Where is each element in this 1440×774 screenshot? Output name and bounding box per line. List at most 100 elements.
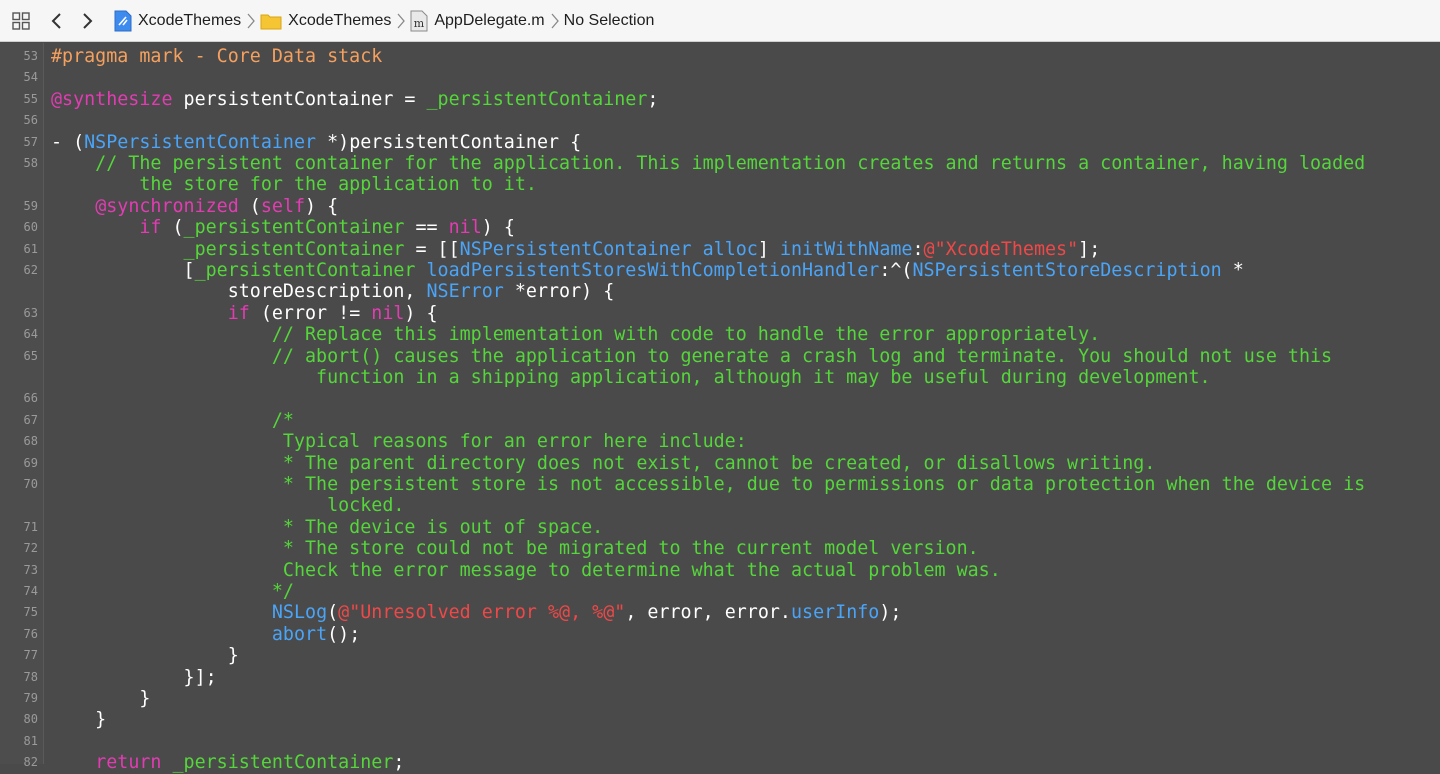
line-number: 68 (23, 434, 38, 449)
code-line: 58 // The persistent container for the a… (0, 153, 1440, 174)
line-number: 73 (23, 562, 38, 577)
token-comment: /* (51, 409, 294, 431)
token-keyword: @synthesize (51, 88, 173, 110)
code-text: */ (51, 581, 294, 602)
token-type: NSError (426, 281, 504, 303)
chevron-right-icon (397, 12, 406, 30)
breadcrumb-selection[interactable]: No Selection (564, 0, 655, 42)
code-line: 78 }]; (0, 667, 1440, 688)
code-line: 74 */ (0, 581, 1440, 602)
token-plain: ) { (481, 217, 515, 239)
line-number: 56 (23, 113, 38, 128)
line-number: 59 (23, 198, 38, 213)
token-comment: * The device is out of space. (51, 516, 604, 538)
code-text: storeDescription, NSError *error) { (51, 281, 615, 303)
chevron-right-icon (551, 12, 559, 30)
code-text: function in a shipping application, alth… (51, 367, 1211, 388)
token-plain: } (51, 688, 151, 709)
code-line: 57 - (NSPersistentContainer *)persistentC… (0, 132, 1440, 153)
token-plain: - ( (51, 131, 85, 153)
code-text: [_persistentContainer loadPersistentStor… (51, 260, 1244, 281)
chevron-left-icon (51, 12, 61, 29)
token-plain: , error, error. (625, 602, 791, 624)
token-plain: persistentContainer = (172, 88, 427, 110)
token-type: NSLog (271, 602, 328, 624)
token-plain: ]; (1078, 238, 1101, 260)
code-line: 79 } (0, 688, 1440, 709)
line-number: 72 (23, 541, 38, 556)
svg-text:m: m (414, 17, 425, 30)
token-plain: *)persistentContainer { (316, 131, 582, 153)
code-text: the store for the application to it. (51, 174, 537, 195)
back-button[interactable] (42, 0, 72, 42)
folder-icon (260, 12, 282, 30)
token-plain: ) { (404, 302, 438, 324)
code-text: } (51, 645, 239, 666)
code-text: // The persistent container for the appl… (51, 153, 1365, 174)
token-plain: } (51, 709, 107, 731)
token-plain: ] (757, 238, 780, 260)
token-plain: (error != (249, 302, 372, 324)
token-keyword: return (95, 752, 162, 774)
breadcrumb-group[interactable]: XcodeThemes (260, 0, 391, 42)
code-text: - (NSPersistentContainer *)persistentCon… (51, 132, 581, 153)
code-line: 70 * The persistent store is not accessi… (0, 474, 1440, 495)
code-text: return _persistentContainer; (51, 752, 404, 773)
chevron-right-icon (247, 12, 256, 30)
token-plain: ; (393, 752, 405, 774)
token-plain: * (1221, 260, 1244, 281)
code-line: 82 return _persistentContainer; (0, 752, 1440, 773)
token-type: loadPersistentStoresWithCompletionHandle… (426, 260, 880, 281)
line-number: 65 (23, 348, 38, 363)
source-editor[interactable]: 53 #pragma mark - Core Data stack 54 55 @syn… (0, 43, 1440, 773)
line-number: 61 (23, 241, 38, 256)
code-text: }]; (51, 667, 217, 688)
code-line: 64 // Replace this implementation with c… (0, 324, 1440, 345)
token-comment: */ (51, 581, 294, 602)
code-text: // Replace this implementation with code… (51, 324, 1100, 345)
line-number: 74 (23, 584, 38, 598)
token-keyword: if (139, 217, 162, 239)
code-line: 61 _persistentContainer = [[NSPersistent… (0, 239, 1440, 260)
token-plain: *error) { (503, 281, 615, 303)
line-number: 54 (23, 70, 38, 85)
related-items-button[interactable] (0, 0, 42, 42)
line-number: 69 (23, 455, 38, 470)
token-plain: storeDescription, (51, 281, 427, 303)
breadcrumb-file[interactable]: m AppDelegate.m (410, 0, 545, 42)
token-plain: (); (327, 623, 361, 645)
token-comment: // The persistent container for the appl… (51, 153, 1366, 174)
code-line: 71 * The device is out of space. (0, 517, 1440, 538)
code-text: // abort() causes the application to gen… (51, 346, 1332, 367)
breadcrumb-label: XcodeThemes (138, 11, 242, 29)
code-line: 66 (0, 388, 1440, 409)
token-plain: ); (879, 602, 902, 624)
token-comment: function in a shipping application, alth… (51, 367, 1211, 388)
token-keyword: @synchronized (95, 195, 239, 217)
forward-button[interactable] (72, 0, 102, 42)
code-text: if (error != nil) { (51, 303, 438, 324)
token-comment: _persistentContainer (172, 752, 394, 774)
token-plain: == (404, 217, 449, 239)
grid-icon (12, 11, 30, 30)
line-number: 80 (23, 712, 38, 727)
line-number: 75 (23, 605, 38, 620)
token-plain: ( (327, 602, 339, 624)
token-plain: = [[ (404, 238, 460, 260)
token-plain: : (912, 238, 924, 260)
token-type: abort (271, 623, 328, 645)
breadcrumb-project[interactable]: XcodeThemes (114, 0, 241, 42)
token-type: NSPersistentContainer (84, 131, 317, 153)
token-keyword: self (260, 195, 306, 217)
code-text: /* (51, 410, 294, 431)
token-plain: ( (161, 217, 184, 239)
line-number: 82 (23, 755, 38, 770)
token-comment: Typical reasons for an error here includ… (51, 431, 747, 453)
line-number: 57 (23, 134, 38, 149)
token-comment: * The store could not be migrated to the… (51, 538, 979, 560)
